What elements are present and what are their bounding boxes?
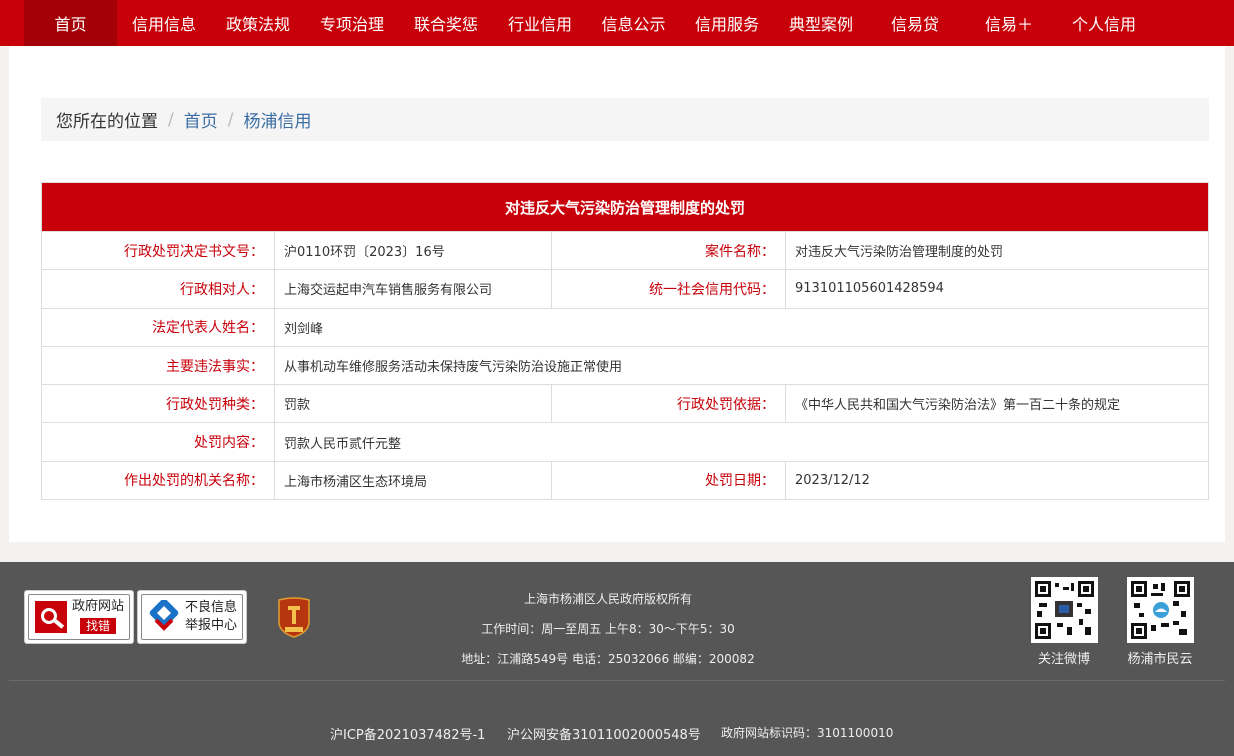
panel-edge: [1210, 62, 1225, 520]
magnifier-icon: [35, 601, 67, 633]
footer-divider: [9, 680, 1225, 681]
table-row: 行政处罚决定书文号： 沪0110环罚〔2023〕16号 案件名称： 对违反大气污…: [42, 231, 1208, 270]
field-value: 从事机动车维修服务活动未保持废气污染防治设施正常使用: [284, 360, 623, 376]
field-label: 处罚内容：: [42, 423, 275, 461]
field-value: 罚款人民币贰仟元整: [284, 436, 402, 452]
table-row: 处罚内容： 罚款人民币贰仟元整: [42, 422, 1208, 461]
breadcrumb-label: 您所在的位置: [56, 112, 158, 132]
field-value: 《中华人民共和国大气污染防治法》第一百二十条的规定: [795, 398, 1121, 414]
detail-title: 对违反大气污染防治管理制度的处罚: [42, 183, 1208, 231]
weibo-qr-code: [1031, 577, 1098, 643]
field-label: 处罚日期：: [552, 461, 786, 500]
table-row: 作出处罚的机关名称： 上海市杨浦区生态环境局 处罚日期： 2023/12/12: [42, 460, 1208, 500]
nav-item-home[interactable]: 首页: [24, 0, 117, 46]
gov-site-error-report-button[interactable]: 政府网站 找错: [24, 590, 134, 644]
icp-record-link[interactable]: 沪ICP备2021037482号-1: [330, 724, 485, 743]
field-value: 刘剑峰: [284, 321, 324, 337]
badge-line1: 政府网站: [72, 599, 125, 614]
field-value: 对违反大气污染防治管理制度的处罚: [795, 245, 1004, 261]
nav-item-credit-service[interactable]: 信用服务: [680, 0, 774, 46]
field-label: 作出处罚的机关名称：: [42, 461, 275, 500]
table-row: 主要违法事实： 从事机动车维修服务活动未保持废气污染防治设施正常使用: [42, 345, 1208, 385]
party-emblem-icon[interactable]: [276, 596, 312, 638]
field-value: 上海交运起申汽车销售服务有限公司: [275, 270, 552, 308]
report-center-icon: [149, 600, 179, 631]
nav-item-industry-credit[interactable]: 行业信用: [493, 0, 587, 46]
badge-text: 政府网站 找错: [72, 598, 124, 636]
nav-item-info-publicity[interactable]: 信息公示: [587, 0, 680, 46]
nav-item-xinyidai[interactable]: 信易贷: [868, 0, 962, 46]
field-value: 罚款: [275, 385, 552, 423]
nav-item-typical-cases[interactable]: 典型案例: [774, 0, 868, 46]
shiminyun-qr-label: 杨浦市民云: [1127, 652, 1193, 667]
nav-item-joint-reward[interactable]: 联合奖惩: [399, 0, 493, 46]
breadcrumb-separator: /: [227, 109, 234, 130]
field-label: 行政处罚决定书文号：: [42, 232, 275, 270]
breadcrumb: 您所在的位置 / 首页 / 杨浦信用: [41, 98, 1209, 141]
copyright-text: 上海市杨浦区人民政府版权所有: [523, 592, 692, 606]
field-label: 行政处罚依据：: [552, 385, 786, 423]
nav-item-credit-info[interactable]: 信用信息: [117, 0, 211, 46]
penalty-detail-table: 对违反大气污染防治管理制度的处罚 行政处罚决定书文号： 沪0110环罚〔2023…: [41, 182, 1209, 501]
top-nav: 首页 信用信息 政策法规 专项治理 联合奖惩 行业信用 信息公示 信用服务 典型…: [0, 0, 1234, 46]
badge-line2: 举报中心: [185, 618, 238, 633]
table-row: 行政处罚种类： 罚款 行政处罚依据： 《中华人民共和国大气污染防治法》第一百二十…: [42, 384, 1208, 423]
field-value: 沪0110环罚〔2023〕16号: [275, 232, 552, 270]
badge-frame: 不良信息 举报中心: [141, 594, 243, 640]
site-id-text: 政府网站标识码：3101100010: [721, 726, 894, 740]
field-label: 案件名称：: [552, 232, 786, 270]
field-value: 2023/12/12: [795, 472, 870, 488]
table-row: 行政相对人： 上海交运起申汽车销售服务有限公司 统一社会信用代码： 913101…: [42, 269, 1208, 308]
badge-line1: 不良信息: [185, 600, 238, 615]
field-label: 统一社会信用代码：: [552, 270, 786, 308]
breadcrumb-link-yangpu-credit[interactable]: 杨浦信用: [243, 107, 311, 132]
bad-info-report-button[interactable]: 不良信息 举报中心: [137, 590, 247, 644]
field-value: 上海市杨浦区生态环境局: [275, 461, 552, 500]
working-hours-text: 工作时间：周一至周五 上午8：30～下午5：30: [481, 622, 735, 636]
field-label: 行政相对人：: [42, 270, 275, 308]
site-footer: 政府网站 找错 不良信息 举报中心 上海市杨浦区人民政府版权所有 工作时间：周一…: [0, 562, 1234, 756]
nav-item-special-governance[interactable]: 专项治理: [305, 0, 399, 46]
breadcrumb-separator: /: [168, 109, 174, 130]
badge-line2: 找错: [80, 618, 117, 634]
nav-item-personal-credit[interactable]: 个人信用: [1056, 0, 1152, 46]
table-row: 法定代表人姓名： 刘剑峰: [42, 307, 1208, 346]
badge-frame: 政府网站 找错: [28, 594, 130, 640]
police-record-link[interactable]: 沪公网安备31011002000548号: [507, 724, 701, 743]
weibo-qr-label: 关注微博: [1037, 652, 1090, 667]
address-text: 地址：江浦路549号 电话：25032066 邮编：200082: [461, 652, 755, 666]
field-label: 主要违法事实：: [42, 346, 275, 385]
shiminyun-qr-code: [1127, 577, 1194, 643]
field-label: 法定代表人姓名：: [42, 308, 275, 346]
nav-item-xinyi-plus[interactable]: 信易＋: [962, 0, 1056, 46]
nav-item-policy[interactable]: 政策法规: [211, 0, 305, 46]
field-label: 行政处罚种类：: [42, 385, 275, 423]
badge-text: 不良信息 举报中心: [185, 599, 237, 635]
breadcrumb-link-home[interactable]: 首页: [184, 107, 218, 132]
field-value: 913101105601428594: [795, 281, 944, 297]
